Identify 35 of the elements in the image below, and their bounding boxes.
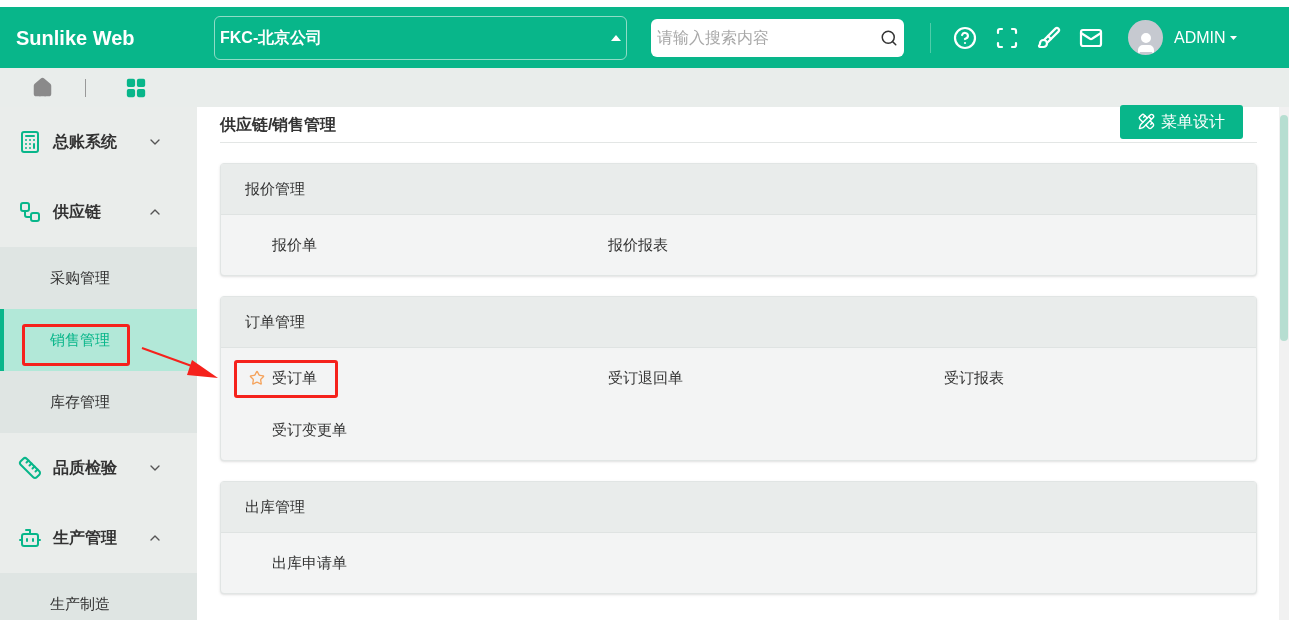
section-title: 出库管理 [245,496,305,517]
pencil-ruler-icon [1138,113,1155,130]
sidebar-item[interactable]: 采购管理 [0,247,197,309]
caret-icon [611,34,621,41]
caret-icon [1229,35,1237,40]
star-icon[interactable] [249,370,265,386]
menu-link[interactable]: 受订变更单 [272,418,347,442]
help-icon[interactable] [953,25,977,50]
sidebar-group[interactable]: 供应链 [0,177,197,247]
module-icon [18,456,42,480]
module-icon [18,200,42,224]
menu-link[interactable]: 受订退回单 [608,366,683,390]
menu-link[interactable]: 报价单 [272,233,317,257]
breadcrumb: 供应链/销售管理 [220,114,337,135]
sidebar-group[interactable]: 品质检验 [0,433,197,503]
sidebar-item[interactable]: 库存管理 [0,371,197,433]
menu-link[interactable]: 受订单 [272,366,317,390]
sidebar-item[interactable]: 生产制造 [0,573,197,620]
sidebar-group[interactable]: 总账系统 [0,107,197,177]
module-icon [18,526,42,550]
menu-link[interactable]: 出库申请单 [272,551,347,575]
sidebar-group[interactable]: 生产管理 [0,503,197,573]
grid-icon[interactable] [125,76,147,99]
module-icon [18,130,42,154]
scrollbar-thumb[interactable] [1280,115,1288,341]
menu-link[interactable]: 报价报表 [608,233,668,257]
app-logo: Sunlike Web [16,27,136,48]
menu-link[interactable]: 受订报表 [944,366,1004,390]
search-icon[interactable] [880,28,898,47]
fullscreen-icon[interactable] [995,25,1019,50]
search-field[interactable]: 请输入搜索内容 [651,18,904,57]
section-title: 订单管理 [245,311,305,332]
section-title: 报价管理 [245,178,305,199]
avatar[interactable] [1128,20,1163,55]
home-icon[interactable] [32,77,53,98]
